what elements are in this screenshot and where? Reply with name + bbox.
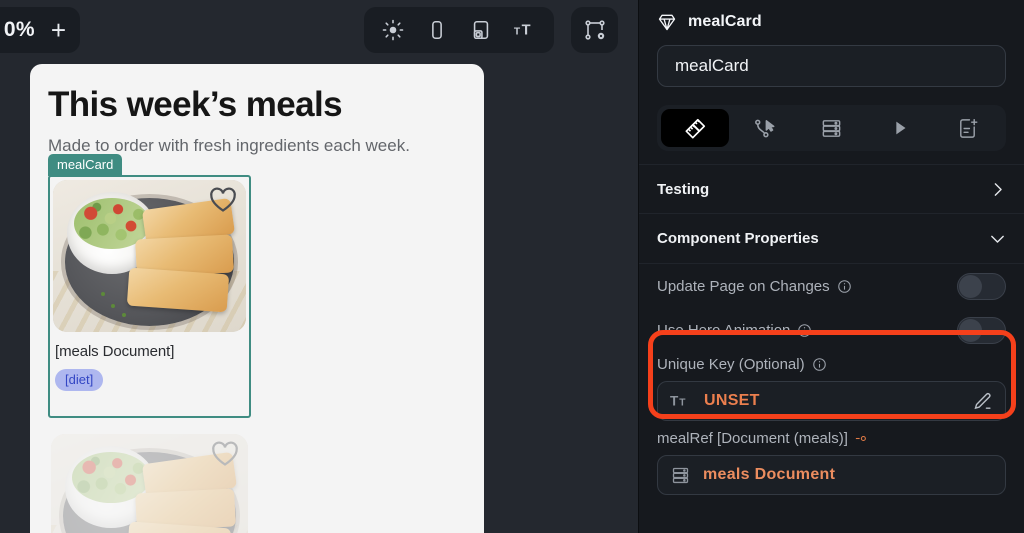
bounding-box-gear-icon xyxy=(584,20,605,40)
info-icon[interactable] xyxy=(812,357,827,372)
node-cursor-icon xyxy=(754,119,775,137)
section-title-component-properties: Component Properties xyxy=(657,230,819,247)
svg-text:T: T xyxy=(522,22,531,38)
section-title-testing: Testing xyxy=(657,180,710,198)
property-label: Use Hero Animation xyxy=(657,322,812,339)
unique-key-value: UNSET xyxy=(704,392,760,409)
unique-key-label-text: Unique Key (Optional) xyxy=(657,356,805,373)
theme-toggle-button[interactable] xyxy=(372,10,414,50)
widget-settings-button[interactable] xyxy=(571,7,618,53)
property-label: Update Page on Changes xyxy=(657,278,852,295)
meal-card-inner: [meals Document] [diet] xyxy=(48,431,251,533)
component-name-input[interactable]: mealCard xyxy=(657,45,1006,87)
tab-add-document[interactable] xyxy=(934,109,1002,147)
device-preview-frame: This week’s meals Made to order with fre… xyxy=(30,64,484,533)
meal-card[interactable]: mealCard [meals Document] [diet] xyxy=(48,153,251,418)
meal-thumbnail xyxy=(53,179,246,332)
property-label-text: Use Hero Animation xyxy=(657,321,791,339)
properties-panel: mealCard mealCard Testing Component Prop… xyxy=(638,0,1024,533)
database-icon xyxy=(672,467,689,483)
page-title: This week’s meals xyxy=(48,85,343,124)
property-label-text: Update Page on Changes xyxy=(657,277,830,295)
zoom-level-label[interactable]: 0% xyxy=(4,18,35,42)
component-name-value: mealCard xyxy=(675,56,749,75)
info-icon[interactable] xyxy=(837,279,852,294)
component-badge: mealCard xyxy=(48,153,123,176)
text-type-icon: T T xyxy=(670,393,686,408)
chevron-down-icon xyxy=(991,235,1004,243)
zoom-control-group: 0% + xyxy=(0,7,80,53)
meal-ref-block: meals Document xyxy=(639,447,1024,495)
document-plus-icon xyxy=(960,118,978,138)
panel-title: mealCard xyxy=(688,13,762,30)
canvas-toolbar: 0% + T T xyxy=(0,7,638,53)
svg-text:T: T xyxy=(679,397,686,408)
meal-ref-value: meals Document xyxy=(703,466,836,483)
zoom-in-button[interactable]: + xyxy=(51,17,66,43)
panel-header: mealCard xyxy=(639,0,1024,42)
device-responsive-button[interactable] xyxy=(460,10,502,50)
meal-ref-label-text: mealRef [Document (meals)] xyxy=(657,430,848,447)
property-row-hero-animation: Use Hero Animation xyxy=(639,308,1024,352)
toggle-use-hero-animation[interactable] xyxy=(957,316,1006,344)
ruler-pencil-icon xyxy=(685,118,705,138)
unique-key-label: Unique Key (Optional) xyxy=(657,356,1006,373)
svg-text:T: T xyxy=(670,393,679,408)
app-root: 0% + T T This week’s meals Made to order… xyxy=(0,0,1024,533)
info-icon[interactable] xyxy=(854,431,869,446)
meal-card-grid: mealCard [meals Document] [diet] xyxy=(48,153,466,533)
canvas-area: 0% + T T This week’s meals Made to order… xyxy=(0,0,638,533)
property-row-update-page: Update Page on Changes xyxy=(639,264,1024,308)
heart-icon xyxy=(212,441,238,466)
info-icon[interactable] xyxy=(797,323,812,338)
section-component-properties[interactable]: Component Properties xyxy=(639,214,1024,264)
unique-key-field[interactable]: T T UNSET xyxy=(657,381,1006,421)
diet-chip: [diet] xyxy=(55,368,104,391)
chevron-right-icon xyxy=(994,182,1002,196)
svg-text:T: T xyxy=(514,26,521,37)
phone-icon xyxy=(432,20,442,40)
meal-ref-field[interactable]: meals Document xyxy=(657,455,1006,495)
panel-tabbar xyxy=(657,105,1006,151)
favorite-heart-icon[interactable] xyxy=(209,187,237,218)
tab-run[interactable] xyxy=(866,109,934,147)
meal-ref-label: mealRef [Document (meals)] xyxy=(639,430,1024,447)
database-icon xyxy=(822,119,841,137)
favorite-heart-icon[interactable] xyxy=(211,441,239,472)
unique-key-block: Unique Key (Optional) T T UNSET xyxy=(639,352,1024,421)
meal-card[interactable]: [meals Document] [diet] xyxy=(48,431,251,533)
section-testing[interactable]: Testing xyxy=(639,164,1024,214)
play-icon xyxy=(896,121,906,135)
toggle-update-page-on-changes[interactable] xyxy=(957,272,1006,300)
sun-icon xyxy=(382,19,404,41)
tab-backend[interactable] xyxy=(797,109,865,147)
tab-design[interactable] xyxy=(661,109,730,147)
tablet-pip-icon xyxy=(473,20,489,40)
meal-thumbnail xyxy=(51,433,248,533)
text-size-icon: T T xyxy=(514,22,531,38)
tab-interactions[interactable] xyxy=(729,109,797,147)
pencil-icon[interactable] xyxy=(972,391,993,412)
heart-icon xyxy=(210,187,236,212)
device-phone-button[interactable] xyxy=(416,10,458,50)
canvas-tool-group: T T xyxy=(364,7,554,53)
meal-card-inner: [meals Document] [diet] xyxy=(48,174,251,418)
meal-card-label: [meals Document] xyxy=(55,342,175,360)
text-size-button[interactable]: T T xyxy=(504,10,546,50)
component-diamond-icon xyxy=(658,14,676,31)
